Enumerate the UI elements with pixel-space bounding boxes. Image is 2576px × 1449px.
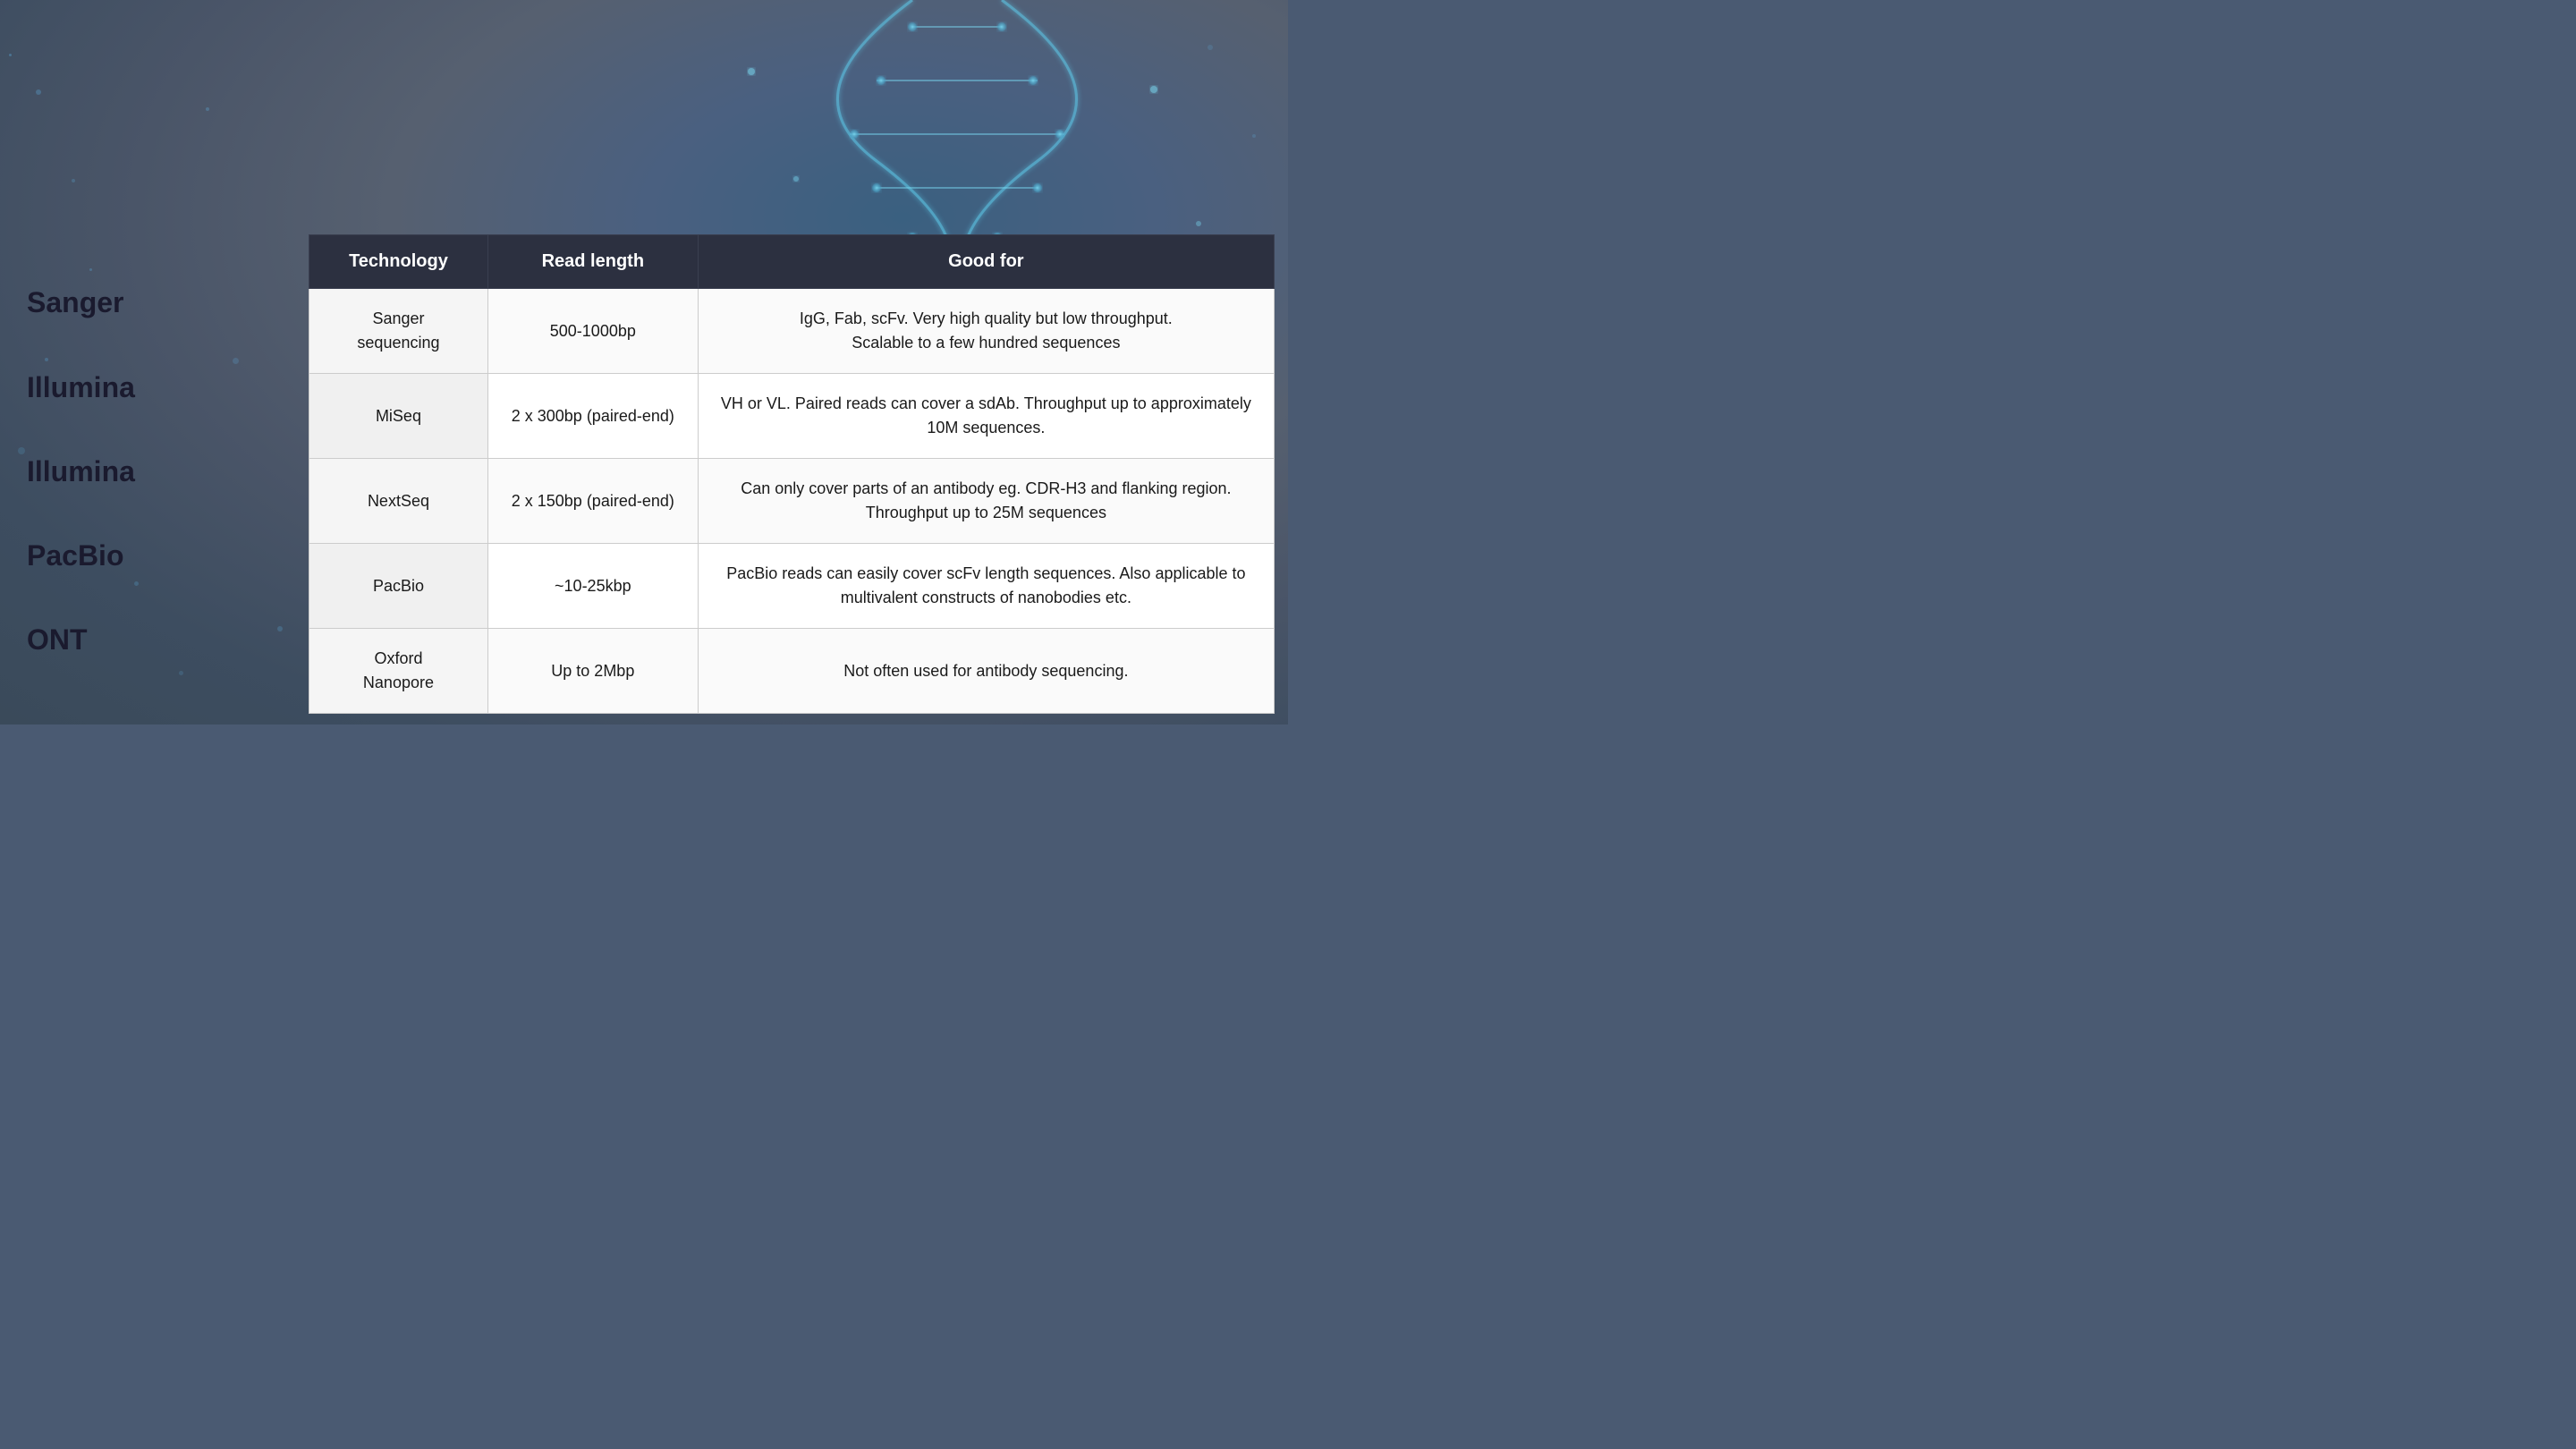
cell-read-length: 2 x 300bp (paired-end)	[487, 374, 698, 459]
cell-good-for: IgG, Fab, scFv. Very high quality but lo…	[698, 289, 1274, 374]
cell-read-length: 500-1000bp	[487, 289, 698, 374]
cell-technology: Sanger sequencing	[309, 289, 488, 374]
side-label-ont: ONT	[27, 625, 88, 654]
cell-good-for: Not often used for antibody sequencing.	[698, 629, 1274, 714]
table-row: NextSeq2 x 150bp (paired-end)Can only co…	[309, 459, 1275, 544]
cell-read-length: ~10-25kbp	[487, 544, 698, 629]
sequencing-table: Technology Read length Good for Sanger s…	[309, 234, 1275, 714]
table-header-row: Technology Read length Good for	[309, 235, 1275, 289]
table-row: PacBio~10-25kbpPacBio reads can easily c…	[309, 544, 1275, 629]
cell-read-length: 2 x 150bp (paired-end)	[487, 459, 698, 544]
table-row: Oxford NanoporeUp to 2MbpNot often used …	[309, 629, 1275, 714]
comparison-table: Technology Read length Good for Sanger s…	[309, 234, 1275, 714]
header-read-length: Read length	[487, 235, 698, 289]
header-good-for: Good for	[698, 235, 1274, 289]
side-label-illumina-2: Illumina	[27, 457, 135, 486]
cell-technology: Oxford Nanopore	[309, 629, 488, 714]
cell-good-for: VH or VL. Paired reads can cover a sdAb.…	[698, 374, 1274, 459]
cell-technology: MiSeq	[309, 374, 488, 459]
side-label-sanger: Sanger	[27, 288, 123, 317]
side-label-pacbio: PacBio	[27, 541, 123, 570]
cell-technology: NextSeq	[309, 459, 488, 544]
cell-read-length: Up to 2Mbp	[487, 629, 698, 714]
table-row: Sanger sequencing500-1000bpIgG, Fab, scF…	[309, 289, 1275, 374]
side-labels: Sanger Illumina Illumina PacBio ONT	[27, 259, 135, 682]
cell-good-for: Can only cover parts of an antibody eg. …	[698, 459, 1274, 544]
side-label-illumina-1: Illumina	[27, 373, 135, 402]
cell-technology: PacBio	[309, 544, 488, 629]
cell-good-for: PacBio reads can easily cover scFv lengt…	[698, 544, 1274, 629]
header-technology: Technology	[309, 235, 488, 289]
table-row: MiSeq2 x 300bp (paired-end)VH or VL. Pai…	[309, 374, 1275, 459]
